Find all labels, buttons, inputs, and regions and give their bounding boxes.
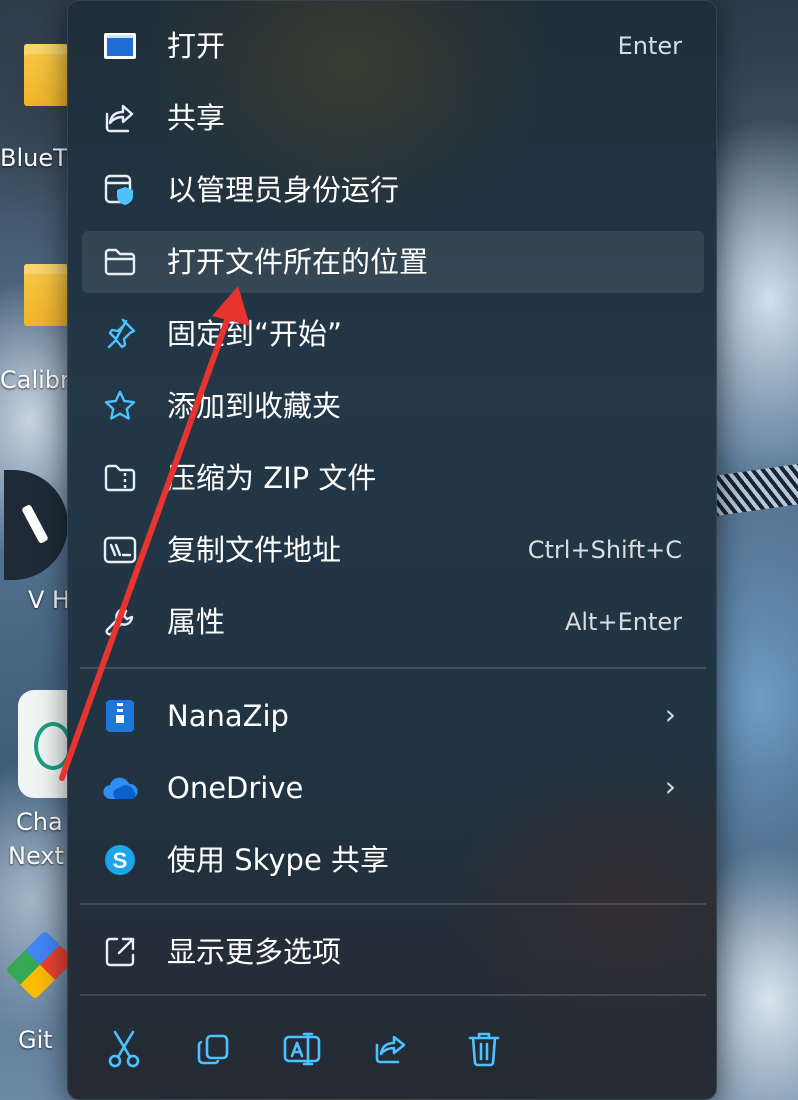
menu-item-label: 共享: [167, 101, 226, 135]
menu-separator: [80, 903, 706, 905]
menu-separator: [80, 667, 706, 669]
menu-item-label: OneDrive: [167, 771, 304, 805]
show-more-options-icon: [102, 936, 138, 968]
menu-item-label: 打开: [167, 29, 226, 63]
pin-icon: [102, 318, 138, 350]
menu-item-pin-to-start[interactable]: 固定到“开始”: [82, 303, 704, 365]
nanazip-icon: [102, 700, 138, 732]
menu-item-shortcut: Alt+Enter: [564, 608, 682, 636]
menu-item-label: 固定到“开始”: [167, 317, 343, 351]
onedrive-cloud-icon: [102, 772, 138, 804]
desktop-icon-label: BlueT: [0, 144, 68, 172]
context-menu: 打开 Enter 共享 以管理员身份运行 打开文件所在的位置 固定到“开始” 添…: [67, 0, 717, 1100]
menu-item-onedrive[interactable]: OneDrive ›: [82, 757, 704, 819]
menu-item-label: 添加到收藏夹: [167, 389, 342, 423]
menu-item-add-to-favorites[interactable]: 添加到收藏夹: [82, 375, 704, 437]
desktop-icon-label: Calibr: [0, 366, 70, 394]
menu-item-open-file-location[interactable]: 打开文件所在的位置: [82, 231, 704, 293]
menu-item-label: 压缩为 ZIP 文件: [167, 461, 377, 495]
cut-icon: [107, 1029, 141, 1073]
skype-icon: S: [102, 844, 138, 876]
menu-item-label: 属性: [167, 605, 226, 639]
folder-icon: [24, 264, 68, 326]
delete-button[interactable]: [456, 1023, 512, 1079]
copy-button[interactable]: [185, 1023, 241, 1079]
desktop-icon-label: Git: [18, 1026, 53, 1054]
menu-item-copy-path[interactable]: 复制文件地址 Ctrl+Shift+C: [82, 519, 704, 581]
folder-icon: [102, 246, 138, 278]
cut-button[interactable]: [96, 1023, 152, 1079]
menu-item-shortcut: Ctrl+Shift+C: [527, 536, 682, 564]
folder-icon: [24, 44, 68, 106]
menu-item-show-more-options[interactable]: 显示更多选项: [82, 921, 704, 983]
menu-item-properties[interactable]: 属性 Alt+Enter: [82, 591, 704, 653]
rename-button[interactable]: [274, 1023, 330, 1079]
zip-folder-icon: [102, 462, 138, 494]
run-as-admin-shield-icon: [102, 174, 138, 206]
share-icon: [102, 102, 138, 134]
copy-icon: [196, 1032, 230, 1070]
submenu-chevron-icon: ›: [664, 770, 676, 803]
share-button[interactable]: [363, 1023, 419, 1079]
delete-icon: [468, 1031, 500, 1071]
menu-item-label: 使用 Skype 共享: [167, 843, 390, 877]
menu-item-label: 打开文件所在的位置: [167, 245, 429, 279]
menu-item-skype-share[interactable]: S 使用 Skype 共享: [82, 829, 704, 891]
desktop-icon-label: V H: [28, 586, 71, 614]
menu-item-label: 复制文件地址: [167, 533, 342, 567]
submenu-chevron-icon: ›: [664, 698, 676, 731]
star-icon: [102, 390, 138, 422]
menu-item-nanazip[interactable]: NanaZip ›: [82, 685, 704, 747]
desktop-icon-label: Next: [8, 842, 64, 870]
wrench-icon: [102, 606, 138, 638]
menu-separator: [80, 994, 706, 996]
share-icon: [373, 1033, 409, 1069]
chatgpt-icon: [18, 690, 72, 798]
menu-item-label: 显示更多选项: [167, 935, 342, 969]
menu-item-share[interactable]: 共享: [82, 87, 704, 149]
menu-item-open[interactable]: 打开 Enter: [82, 15, 704, 77]
menu-item-run-as-admin[interactable]: 以管理员身份运行: [82, 159, 704, 221]
menu-item-label: 以管理员身份运行: [167, 173, 400, 207]
desktop-icon-label: Cha: [16, 808, 63, 836]
copy-path-icon: [102, 534, 138, 566]
rename-icon: [283, 1032, 321, 1070]
svg-text:S: S: [113, 848, 128, 873]
menu-item-shortcut: Enter: [617, 32, 682, 60]
menu-item-label: NanaZip: [167, 699, 289, 733]
menu-item-compress-zip[interactable]: 压缩为 ZIP 文件: [82, 447, 704, 509]
open-app-icon: [102, 30, 138, 62]
